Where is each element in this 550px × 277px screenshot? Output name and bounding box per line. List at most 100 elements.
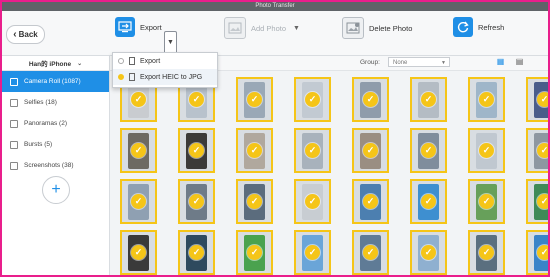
photo-thumbnail[interactable]: ✓ — [236, 179, 273, 224]
photo-thumbnail[interactable]: ✓ — [410, 230, 447, 275]
photo-thumbnail[interactable]: ✓ — [294, 230, 331, 275]
checkmark-icon: ✓ — [305, 143, 320, 158]
back-button[interactable]: ‹ Back — [6, 25, 45, 44]
photo-thumbnail[interactable]: ✓ — [294, 128, 331, 173]
photo-thumbnail[interactable]: ✓ — [526, 128, 548, 173]
radio-icon — [118, 58, 124, 64]
sidebar-item-0[interactable]: Camera Roll (1087) — [2, 71, 109, 92]
export-button[interactable]: Export — [115, 17, 162, 37]
checkmark-icon: ✓ — [537, 92, 548, 107]
checkmark-icon: ✓ — [131, 245, 146, 260]
window-title: Photo Transfer — [255, 3, 295, 9]
screenshot-icon — [10, 161, 18, 170]
photo-thumbnail[interactable]: ✓ — [352, 128, 389, 173]
export-menu-items: Export Export HEIC to JPG — [113, 53, 217, 85]
photo-thumbnail[interactable]: ✓ — [526, 179, 548, 224]
checkmark-icon: ✓ — [363, 194, 378, 209]
photo-thumbnail[interactable]: ✓ — [410, 77, 447, 122]
document-icon — [129, 73, 135, 81]
sidebar-item-label: Selfies (18) — [24, 99, 57, 106]
checkmark-icon: ✓ — [421, 194, 436, 209]
delete-photo-button[interactable]: Delete Photo — [342, 17, 412, 39]
refresh-button[interactable]: Refresh — [453, 17, 504, 37]
export-icon — [115, 17, 135, 37]
checkmark-icon: ✓ — [363, 92, 378, 107]
export-menu-item-label: Export — [140, 57, 161, 65]
chevron-down-icon: ⌄ — [77, 60, 83, 67]
photo-thumbnail[interactable]: ✓ — [468, 179, 505, 224]
toolbar: ‹ Back Export ▼ Add Photo ▼ Delete Photo — [2, 11, 548, 56]
photo-thumbnail[interactable]: ✓ — [120, 230, 157, 275]
photo-thumbnail[interactable]: ✓ — [410, 128, 447, 173]
checkmark-icon: ✓ — [479, 194, 494, 209]
photo-thumbnail[interactable]: ✓ — [236, 128, 273, 173]
checkmark-icon: ✓ — [189, 194, 204, 209]
photo-thumbnail[interactable]: ✓ — [236, 230, 273, 275]
photo-thumbnail[interactable]: ✓ — [526, 77, 548, 122]
chevron-down-icon: ▼ — [441, 60, 446, 66]
photo-thumbnail[interactable]: ✓ — [352, 77, 389, 122]
photo-thumbnail[interactable]: ✓ — [178, 128, 215, 173]
list-view-icon[interactable]: ▤ — [514, 57, 525, 67]
photo-thumbnail[interactable]: ✓ — [294, 179, 331, 224]
photo-thumbnail[interactable]: ✓ — [178, 179, 215, 224]
checkmark-icon: ✓ — [247, 143, 262, 158]
delete-photo-icon — [342, 17, 364, 39]
photo-area: Group: None ▼ ▦ ▤ ✓ ✓ ✓ ✓ ✓ ✓ ✓ ✓ ✓ ✓ ✓ ✓ ✓ ✓ ✓ ✓ ✓ ✓ ✓ ✓ ✓ ✓… — [110, 56, 548, 275]
sidebar-item-4[interactable]: Screenshots (38) — [2, 155, 109, 176]
checkmark-icon: ✓ — [247, 92, 262, 107]
checkmark-icon: ✓ — [247, 245, 262, 260]
checkmark-icon: ✓ — [305, 194, 320, 209]
export-options-toggle[interactable]: ▼ — [164, 31, 177, 54]
add-photo-icon — [224, 17, 246, 39]
checkmark-icon: ✓ — [305, 245, 320, 260]
photo-thumbnail[interactable]: ✓ — [352, 179, 389, 224]
sidebar-item-3[interactable]: Bursts (5) — [2, 134, 109, 155]
grid-view-icon[interactable]: ▦ — [495, 57, 506, 67]
photo-thumbnail[interactable]: ✓ — [178, 230, 215, 275]
export-menu-item-0[interactable]: Export — [113, 53, 217, 69]
checkmark-icon: ✓ — [131, 143, 146, 158]
photo-thumbnail[interactable]: ✓ — [468, 230, 505, 275]
sidebar-item-label: Bursts (5) — [24, 141, 53, 148]
photo-thumbnail[interactable]: ✓ — [120, 179, 157, 224]
sidebar-item-2[interactable]: Panoramas (2) — [2, 113, 109, 134]
group-label: Group: — [360, 59, 380, 66]
add-photo-button[interactable]: Add Photo ▼ — [224, 17, 300, 39]
export-menu-item-1[interactable]: Export HEIC to JPG — [113, 69, 217, 85]
photo-thumbnail[interactable]: ✓ — [294, 77, 331, 122]
add-album-button[interactable]: + — [42, 176, 70, 204]
photo-thumbnail[interactable]: ✓ — [352, 230, 389, 275]
album-list: Camera Roll (1087) Selfies (18) Panoramas … — [2, 71, 109, 176]
checkmark-icon: ✓ — [537, 245, 548, 260]
photo-thumbnail[interactable]: ✓ — [410, 179, 447, 224]
checkmark-icon: ✓ — [131, 194, 146, 209]
device-header[interactable]: Han的 iPhone ⌄ — [2, 56, 109, 71]
checkmark-icon: ✓ — [479, 245, 494, 260]
checkmark-icon: ✓ — [421, 92, 436, 107]
sidebar: Han的 iPhone ⌄ Camera Roll (1087) Selfies … — [2, 56, 110, 275]
group-value: None — [393, 60, 408, 66]
checkmark-icon: ✓ — [363, 143, 378, 158]
photo-thumbnail[interactable]: ✓ — [526, 230, 548, 275]
panorama-icon — [10, 119, 18, 128]
app-window: Photo Transfer ‹ Back Export ▼ Add Photo… — [0, 0, 550, 277]
checkmark-icon: ✓ — [131, 92, 146, 107]
sidebar-item-label: Screenshots (38) — [24, 162, 74, 169]
checkmark-icon: ✓ — [479, 92, 494, 107]
photo-thumbnail[interactable]: ✓ — [468, 128, 505, 173]
checkmark-icon: ✓ — [189, 92, 204, 107]
checkmark-icon: ✓ — [305, 92, 320, 107]
caret-down-icon: ▼ — [293, 24, 300, 32]
sidebar-item-label: Camera Roll (1087) — [24, 78, 81, 85]
add-photo-label: Add Photo — [251, 23, 287, 33]
export-dropdown-menu: Export Export HEIC to JPG — [112, 52, 218, 88]
document-icon — [129, 57, 135, 65]
group-select[interactable]: None ▼ — [388, 57, 450, 67]
photo-thumbnail[interactable]: ✓ — [236, 77, 273, 122]
photo-thumbnail[interactable]: ✓ — [120, 128, 157, 173]
sidebar-item-1[interactable]: Selfies (18) — [2, 92, 109, 113]
photo-thumbnail[interactable]: ✓ — [468, 77, 505, 122]
refresh-icon — [453, 17, 473, 37]
refresh-label: Refresh — [478, 22, 505, 32]
